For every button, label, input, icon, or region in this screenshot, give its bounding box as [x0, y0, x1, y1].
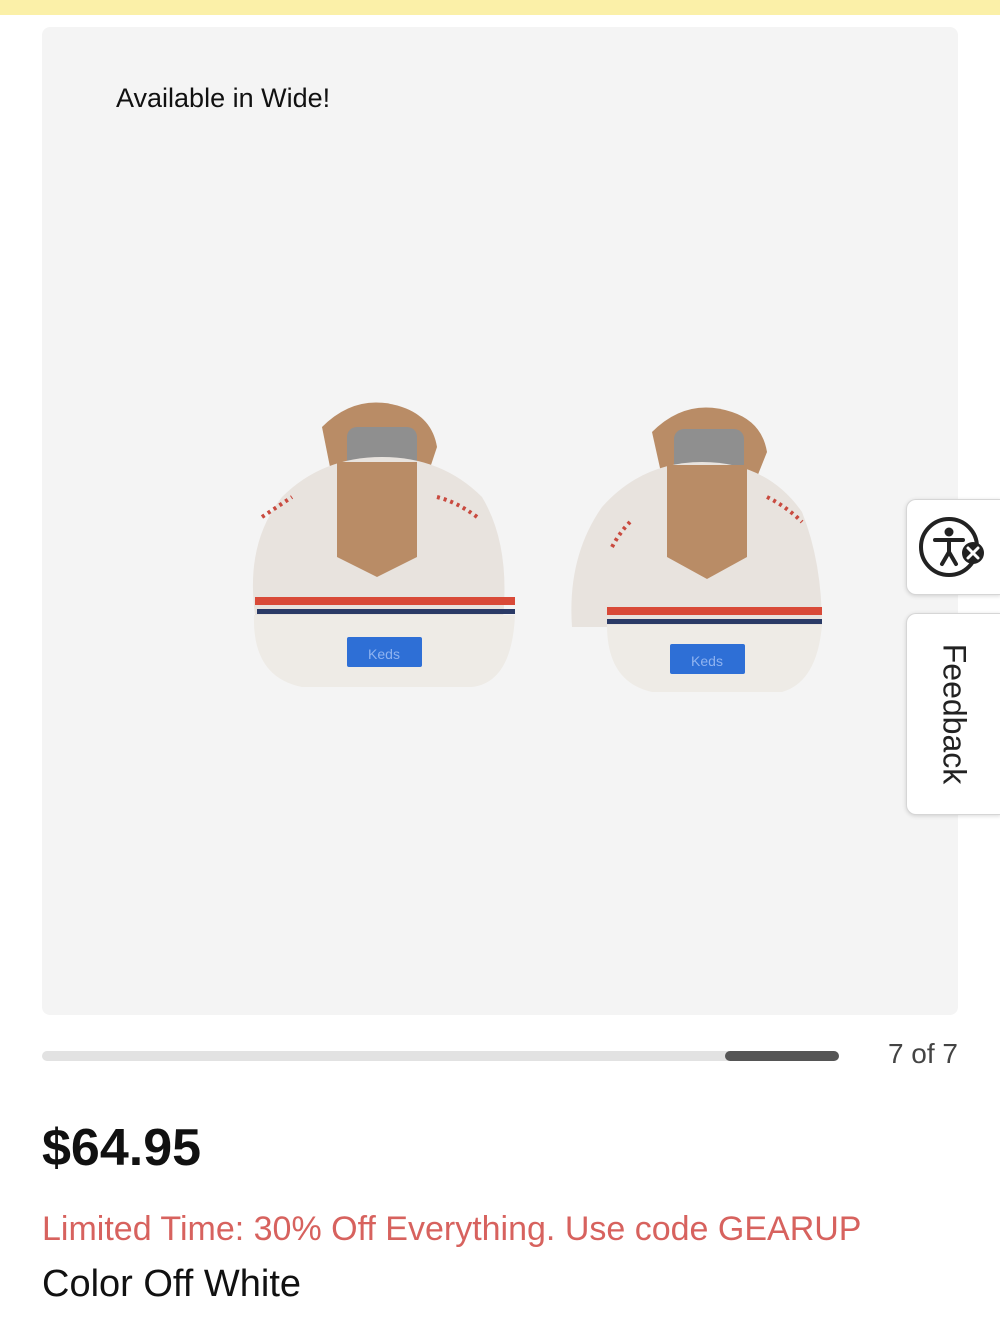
available-wide-badge: Available in Wide!	[116, 83, 331, 113]
gallery-progress-thumb[interactable]	[725, 1051, 839, 1061]
left-brand-tag: Keds	[368, 646, 400, 662]
promo-message: Limited Time: 30% Off Everything. Use co…	[42, 1210, 862, 1248]
gallery-counter: 7 of 7	[887, 1038, 958, 1069]
feedback-button[interactable]: Feedback	[906, 613, 1000, 815]
product-image-card[interactable]: Available in Wide! Keds Keds	[42, 27, 958, 1015]
top-banner	[0, 0, 1000, 15]
right-brand-tag: Keds	[691, 653, 723, 669]
feedback-label: Feedback	[936, 643, 973, 785]
gallery-progress-bar[interactable]	[42, 1051, 839, 1061]
right-shoe	[571, 407, 822, 692]
product-shoe-image: Keds Keds	[252, 402, 822, 692]
accessibility-widget-button[interactable]	[906, 499, 1000, 595]
product-color: Color Off White	[42, 1263, 302, 1305]
product-price: $64.95	[42, 1119, 202, 1177]
accessibility-icon	[919, 517, 984, 577]
left-shoe	[252, 402, 515, 687]
